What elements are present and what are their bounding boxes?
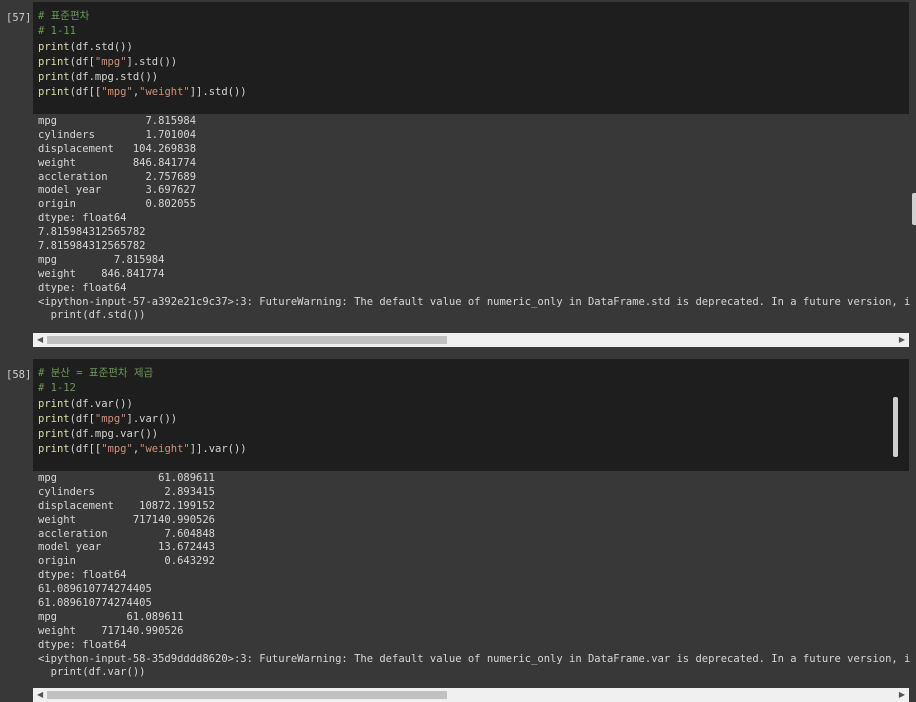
output-line: cylinders 2.893415 [38,485,216,498]
output-line: displacement 104.269838 [38,142,197,155]
output-horizontal-scrollbar[interactable]: ◀ ▶ [33,688,909,702]
code-line: print(df.mpg.std()) [38,71,159,84]
output-line: mpg 7.815984 [38,253,165,266]
cell-output: mpg 61.089611 cylinders 2.893415 displac… [38,472,910,680]
code-line: print(df[["mpg","weight"]].std()) [38,86,247,99]
output-line: dtype: float64 [38,569,127,582]
output-line: dtype: float64 [38,212,127,225]
output-line: mpg 61.089611 [38,610,184,623]
code-line: print(df[["mpg","weight"]].var()) [38,443,247,456]
scroll-left-arrow-icon[interactable]: ◀ [37,690,43,699]
output-line: accleration 2.757689 [38,170,197,183]
code-line: print(df["mpg"].std()) [38,55,178,68]
code-line: print(df["mpg"].var()) [38,412,178,425]
cell-output: mpg 7.815984 cylinders 1.701004 displace… [38,115,910,323]
code-line: print(df.var()) [38,397,133,410]
warning-line: <ipython-input-58-35d9dddd8620>:3: Futur… [38,652,910,665]
output-line: displacement 10872.199152 [38,499,216,512]
scroll-right-arrow-icon[interactable]: ▶ [899,335,905,344]
execution-count: [57] [6,12,32,24]
code-comment-line: # 1-12 [38,382,76,395]
output-line: cylinders 1.701004 [38,128,197,141]
output-line: origin 0.802055 [38,198,197,211]
output-line: weight 846.841774 [38,267,165,280]
warning-source-line: print(df.std()) [38,309,146,322]
code-editor[interactable]: # 표준편차 # 1-11 print(df.std()) print(df["… [33,2,909,114]
execution-count: [58] [6,369,32,381]
code-editor[interactable]: # 분산 = 표준편차 제곱 # 1-12 print(df.var()) pr… [33,359,909,471]
scroll-left-arrow-icon[interactable]: ◀ [37,335,43,344]
editor-scrollbar-thumb[interactable] [893,397,898,457]
output-horizontal-scrollbar[interactable]: ◀ ▶ [33,333,909,347]
page-scrollbar-thumb[interactable] [912,193,916,225]
code-comment-line: # 분산 = 표준편차 제곱 [38,367,154,379]
output-line: weight 717140.990526 [38,624,184,637]
output-line: 61.089610774274405 [38,597,152,610]
code-line: print(df.std()) [38,40,133,53]
output-line: origin 0.643292 [38,555,216,568]
code-line: print(df.mpg.var()) [38,428,159,441]
output-line: model year 3.697627 [38,184,197,197]
output-line: 7.815984312565782 [38,240,146,253]
output-line: 61.089610774274405 [38,583,152,596]
output-line: weight 846.841774 [38,156,197,169]
output-line: accleration 7.604848 [38,527,216,540]
output-line: mpg 7.815984 [38,115,197,127]
scrollbar-thumb[interactable] [47,336,447,344]
output-line: 7.815984312565782 [38,226,146,239]
warning-source-line: print(df.var()) [38,666,146,679]
scroll-right-arrow-icon[interactable]: ▶ [899,690,905,699]
output-line: dtype: float64 [38,638,127,651]
scrollbar-thumb[interactable] [47,691,447,699]
output-line: weight 717140.990526 [38,513,216,526]
output-line: mpg 61.089611 [38,472,216,484]
code-comment-line: # 표준편차 [38,10,90,22]
code-comment-line: # 1-11 [38,25,76,38]
output-line: model year 13.672443 [38,541,216,554]
output-line: dtype: float64 [38,281,127,294]
warning-line: <ipython-input-57-a392e21c9c37>:3: Futur… [38,295,910,308]
